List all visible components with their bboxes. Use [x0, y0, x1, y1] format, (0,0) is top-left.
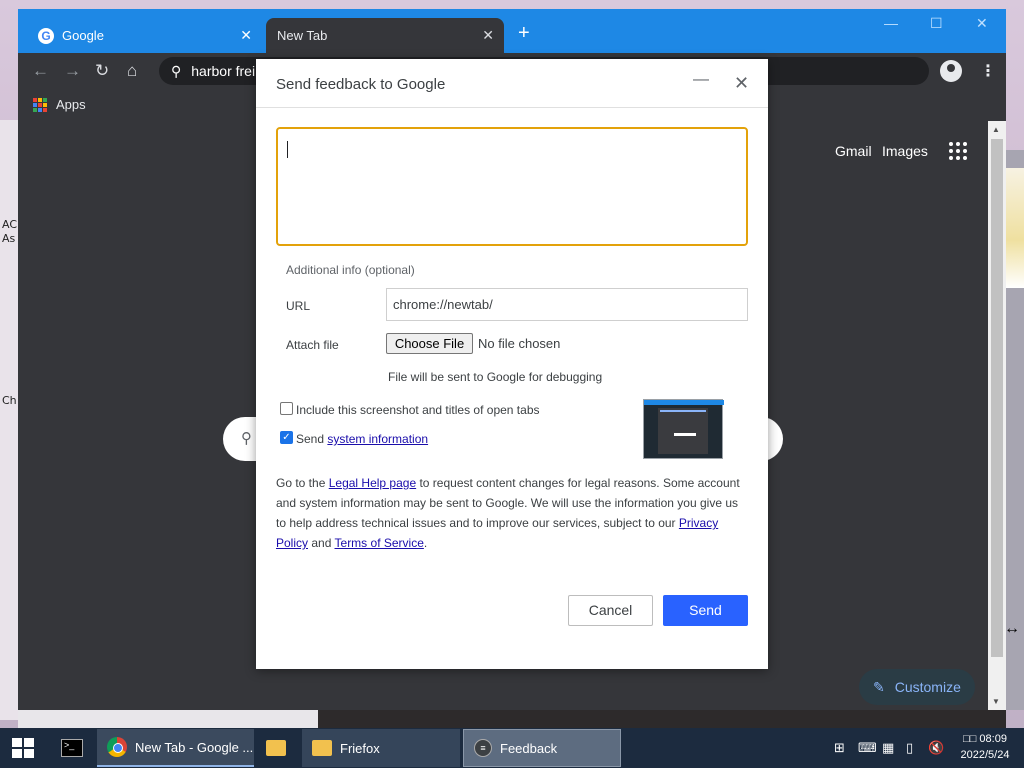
taskbar-item-chrome[interactable]: New Tab - Google ... [97, 729, 254, 767]
choose-file-button[interactable]: Choose File [386, 333, 473, 354]
legal-help-link[interactable]: Legal Help page [329, 476, 416, 490]
legal-text: and [311, 536, 332, 550]
system-information-link[interactable]: system information [327, 432, 428, 446]
send-system-info-checkbox[interactable]: ✓ [280, 431, 293, 444]
customize-label: Customize [894, 679, 961, 695]
url-label: URL [286, 299, 311, 313]
scroll-up-arrow-icon[interactable]: ▲ [992, 125, 1000, 134]
keyboard-icon[interactable]: ⌨ [858, 740, 877, 756]
tab-new-tab[interactable]: New Tab ✕ [266, 18, 504, 53]
dialog-title: Send feedback to Google [276, 76, 446, 93]
forward-arrow-icon[interactable]: → [64, 61, 81, 81]
address-bar-text: harbor frei [191, 63, 256, 79]
feedback-description-textarea[interactable] [276, 127, 748, 246]
minimize-window-icon[interactable]: — [884, 15, 898, 31]
windows-taskbar: >_ New Tab - Google ... Friefox ≡ Feedba… [0, 728, 1024, 768]
minimize-icon[interactable]: — [693, 71, 709, 89]
url-field[interactable]: chrome://newtab/ [386, 288, 748, 321]
apps-grid-icon[interactable] [33, 98, 47, 112]
terminal-icon[interactable]: >_ [61, 739, 83, 757]
close-tab-icon[interactable]: ✕ [240, 27, 252, 44]
reload-icon[interactable]: ↻ [95, 61, 109, 81]
file-note: File will be sent to Google for debuggin… [388, 370, 603, 384]
desktop-bottom-strip [18, 710, 1006, 728]
include-screenshot-label[interactable]: Include this screenshot and titles of op… [296, 403, 540, 417]
terms-of-service-link[interactable]: Terms of Service [335, 536, 424, 550]
customize-button[interactable]: ✎ Customize [859, 669, 975, 705]
taskbar-item-feedback[interactable]: ≡ Feedback [463, 729, 621, 767]
search-icon: ⚲ [241, 430, 252, 447]
home-icon[interactable]: ⌂ [127, 61, 137, 81]
more-menu-icon[interactable]: ⋮ [980, 61, 996, 81]
color-icon[interactable]: ▦ [882, 740, 894, 756]
tab-label: New Tab [277, 28, 328, 43]
taskbar-item-friefox[interactable]: Friefox [302, 729, 460, 767]
scroll-down-arrow-icon[interactable]: ▼ [992, 697, 1000, 706]
cancel-button[interactable]: Cancel [568, 595, 653, 626]
usb-icon[interactable]: ▯ [906, 740, 913, 756]
folder-icon [312, 740, 332, 756]
no-file-chosen-text: No file chosen [478, 336, 561, 351]
folder-icon [266, 740, 286, 756]
maximize-window-icon[interactable]: ☐ [930, 15, 943, 32]
legal-text: . [423, 536, 428, 550]
images-link[interactable]: Images [882, 143, 928, 159]
send-button[interactable]: Send [663, 595, 748, 626]
clock-time: 08:09 [979, 733, 1007, 745]
gmail-link[interactable]: Gmail [835, 143, 872, 159]
system-clock[interactable]: □□ 08:09 2022/5/24 [955, 731, 1015, 763]
clock-date: 2022/5/24 [960, 749, 1010, 761]
divider [256, 107, 768, 108]
send-prefix: Send [296, 432, 325, 446]
volume-muted-icon[interactable]: 🔇 [928, 740, 944, 756]
tab-google[interactable]: G Google ✕ [26, 18, 262, 53]
desktop-text-fragment: As [2, 232, 16, 245]
desktop-wallpaper-fragment [1006, 168, 1024, 288]
send-system-info-label: Send system information [296, 432, 428, 446]
desktop-text-fragment: AC [2, 218, 18, 231]
google-apps-icon[interactable] [949, 142, 967, 160]
profile-avatar-icon[interactable] [940, 60, 962, 82]
feedback-icon: ≡ [474, 739, 492, 757]
taskbar-item-file-explorer[interactable] [256, 729, 300, 767]
network-icon[interactable]: ⊞ [834, 740, 845, 756]
legal-notice: Go to the Legal Help page to request con… [276, 473, 751, 553]
resize-cursor-icon: ↔ [1004, 620, 1020, 637]
text-caret [287, 141, 288, 158]
tab-label: Google [62, 28, 104, 43]
windows-start-icon[interactable] [12, 738, 34, 758]
pencil-icon: ✎ [873, 678, 885, 695]
search-icon: ⚲ [171, 62, 182, 79]
back-arrow-icon[interactable]: ← [32, 61, 49, 81]
attach-file-label: Attach file [286, 338, 339, 352]
screenshot-thumbnail[interactable] [643, 399, 724, 459]
taskbar-item-label: Friefox [340, 740, 380, 756]
tab-strip: G Google ✕ New Tab ✕ + — ☐ ✕ [18, 9, 1006, 53]
desktop-text-fragment: Ch [2, 394, 17, 407]
legal-text: Go to the [276, 476, 326, 490]
google-favicon-icon: G [38, 27, 54, 44]
taskbar-item-label: New Tab - Google ... [135, 739, 254, 755]
additional-info-heading: Additional info (optional) [286, 263, 415, 277]
close-tab-icon[interactable]: ✕ [482, 27, 494, 44]
close-icon[interactable]: ✕ [734, 73, 749, 94]
apps-bookmark[interactable]: Apps [56, 97, 86, 112]
taskbar-item-label: Feedback [500, 740, 558, 756]
desktop-left-strip: AC As Ch [0, 120, 18, 720]
new-tab-plus-icon[interactable]: + [518, 23, 530, 43]
clock-prefix: □□ [963, 733, 977, 745]
close-window-icon[interactable]: ✕ [976, 15, 988, 32]
chrome-icon [107, 737, 127, 757]
feedback-dialog: Send feedback to Google — ✕ Additional i… [256, 59, 768, 669]
scrollbar-thumb[interactable] [991, 139, 1003, 657]
include-screenshot-checkbox[interactable] [280, 402, 293, 415]
